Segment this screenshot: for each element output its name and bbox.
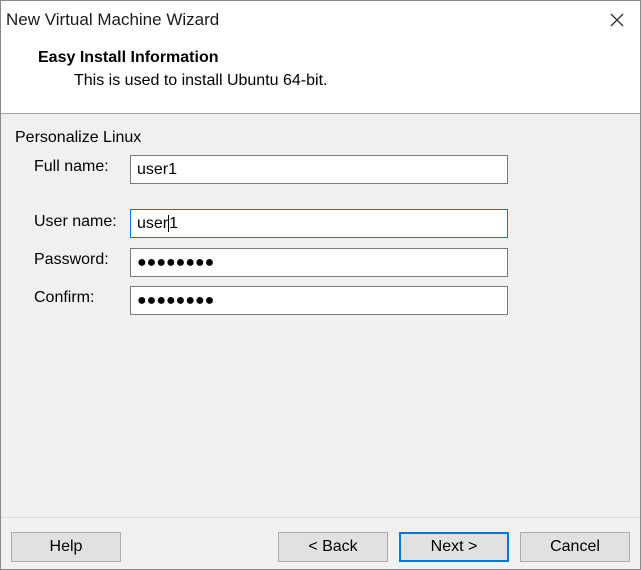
- full-name-label: Full name:: [34, 158, 109, 175]
- password-field[interactable]: ●●●●●●●●: [130, 248, 508, 277]
- cancel-button[interactable]: Cancel: [520, 532, 630, 562]
- user-name-value-after-caret: 1: [169, 214, 179, 232]
- full-name-value: user1: [137, 160, 178, 178]
- section-label: Personalize Linux: [15, 129, 142, 146]
- window-title: New Virtual Machine Wizard: [6, 10, 220, 29]
- wizard-window: New Virtual Machine Wizard Easy Install …: [0, 0, 641, 570]
- close-button[interactable]: [594, 1, 640, 39]
- confirm-field[interactable]: ●●●●●●●●: [130, 286, 508, 315]
- page-title: Easy Install Information: [38, 49, 219, 66]
- close-icon: [610, 13, 624, 27]
- user-name-field[interactable]: user 1: [130, 209, 508, 238]
- wizard-header: Easy Install Information This is used to…: [1, 39, 640, 114]
- user-name-value-before-caret: user: [137, 214, 169, 232]
- button-bar: Help < Back Next > Cancel: [1, 517, 640, 569]
- title-bar: New Virtual Machine Wizard: [1, 1, 640, 39]
- password-mask: ●●●●●●●●: [137, 253, 215, 271]
- full-name-field[interactable]: user1: [130, 155, 508, 184]
- password-label: Password:: [34, 251, 109, 268]
- user-name-label: User name:: [34, 213, 117, 230]
- back-button[interactable]: < Back: [278, 532, 388, 562]
- help-button[interactable]: Help: [11, 532, 121, 562]
- confirm-label: Confirm:: [34, 289, 95, 306]
- page-subtitle: This is used to install Ubuntu 64-bit.: [74, 72, 328, 89]
- confirm-mask: ●●●●●●●●: [137, 291, 215, 309]
- next-button[interactable]: Next >: [399, 532, 509, 562]
